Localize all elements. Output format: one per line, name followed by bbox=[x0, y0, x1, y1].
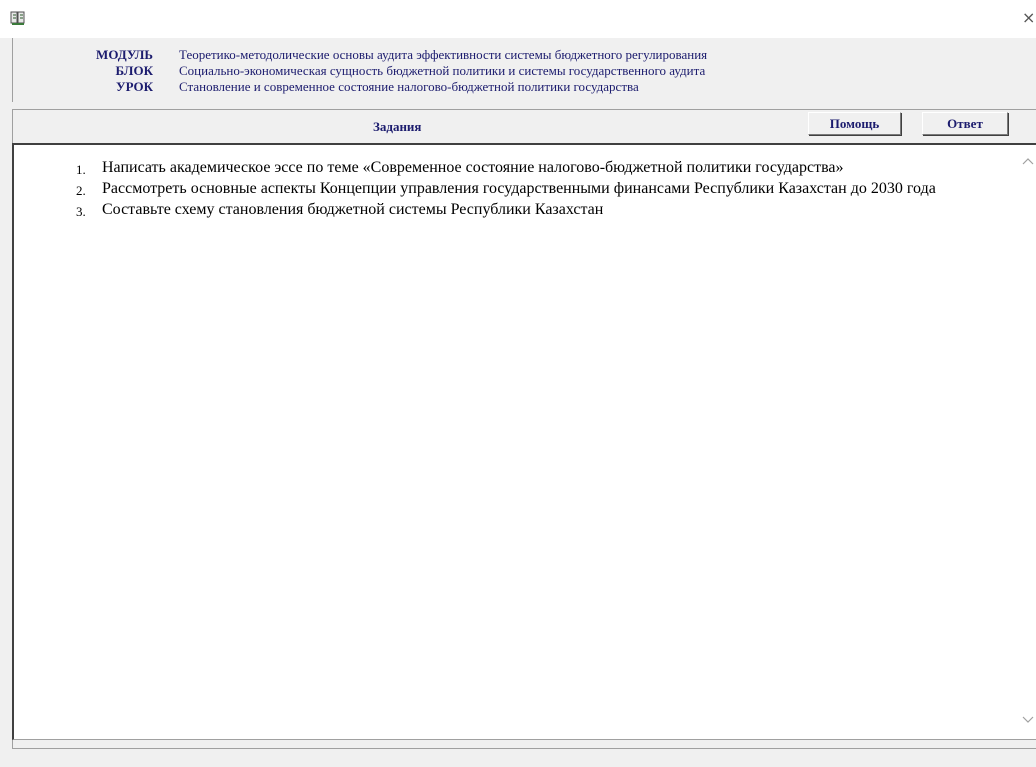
answer-button[interactable]: Ответ bbox=[922, 112, 1008, 135]
close-icon[interactable]: × bbox=[1022, 8, 1036, 28]
block-row: БЛОК Социально-экономическая сущность бю… bbox=[13, 64, 1036, 78]
task-text: Составьте схему становления бюджетной си… bbox=[102, 201, 604, 218]
tasks-content[interactable]: 1. Написать академическое эссе по теме «… bbox=[12, 143, 1036, 740]
task-number: 2. bbox=[76, 183, 86, 198]
tasks-title: Задания bbox=[373, 119, 422, 134]
app-window: × МОДУЛЬ Теоретико-методолические основы… bbox=[0, 0, 1036, 767]
book-icon bbox=[10, 10, 26, 26]
chevron-up-icon[interactable] bbox=[1019, 153, 1036, 170]
lesson-value: Становление и современное состояние нало… bbox=[179, 79, 639, 94]
task-number: 3. bbox=[76, 204, 86, 219]
task-text: Написать академическое эссе по теме «Сов… bbox=[102, 159, 844, 176]
task-number: 1. bbox=[76, 162, 86, 177]
block-label: БЛОК bbox=[115, 63, 154, 78]
task-list: 1. Написать академическое эссе по теме «… bbox=[76, 159, 1016, 222]
module-label: МОДУЛЬ bbox=[96, 47, 153, 62]
task-text: Рассмотреть основные аспекты Концепции у… bbox=[102, 180, 936, 197]
tasks-toolbar: Задания Помощь Ответ bbox=[12, 109, 1036, 144]
list-item: 1. Написать академическое эссе по теме «… bbox=[76, 159, 1016, 177]
list-item: 2. Рассмотреть основные аспекты Концепци… bbox=[76, 180, 1016, 198]
list-item: 3. Составьте схему становления бюджетной… bbox=[76, 201, 1016, 219]
chevron-down-icon[interactable] bbox=[1019, 712, 1036, 729]
title-bar: × bbox=[0, 0, 1036, 38]
status-bar bbox=[12, 740, 1036, 749]
vertical-scrollbar[interactable] bbox=[1019, 145, 1036, 739]
module-row: МОДУЛЬ Теоретико-методолические основы а… bbox=[13, 48, 1036, 62]
lesson-label: УРОК bbox=[116, 79, 153, 94]
module-value: Теоретико-методолические основы аудита э… bbox=[179, 47, 708, 62]
block-value: Социально-экономическая сущность бюджетн… bbox=[179, 63, 706, 78]
lesson-info: МОДУЛЬ Теоретико-методолические основы а… bbox=[12, 38, 1036, 102]
help-button[interactable]: Помощь bbox=[808, 112, 901, 135]
lesson-row: УРОК Становление и современное состояние… bbox=[13, 80, 1036, 94]
